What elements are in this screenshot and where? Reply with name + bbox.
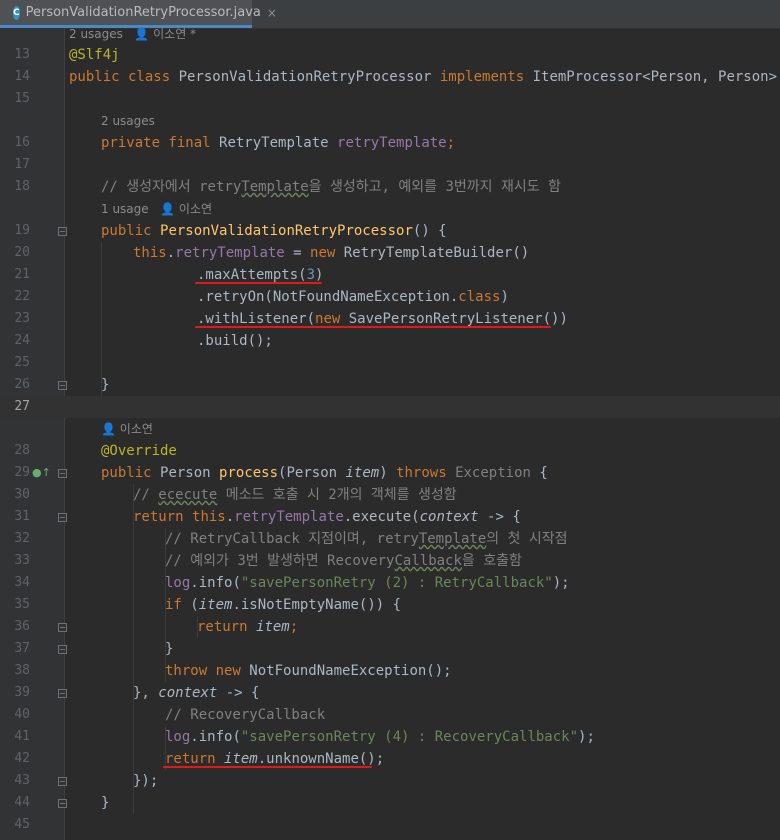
- code-line-36: return item;: [197, 619, 299, 635]
- line-number: 14: [14, 69, 30, 84]
- line-number: 32: [14, 531, 30, 546]
- line-number: 38: [14, 663, 30, 678]
- line-number: 23: [14, 311, 30, 326]
- line-number: 30: [14, 487, 30, 502]
- line-number: 42: [14, 751, 30, 766]
- code-line-31: return this.retryTemplate.execute(contex…: [133, 509, 521, 525]
- line-number: 35: [14, 597, 30, 612]
- code-line-37: }: [165, 641, 174, 657]
- fold-toggle-icon[interactable]: [58, 227, 67, 236]
- line-number: 31: [14, 509, 30, 524]
- fold-toggle-icon[interactable]: [58, 799, 67, 808]
- line-number: 26: [14, 377, 30, 392]
- code-line-19: public PersonValidationRetryProcessor() …: [101, 223, 447, 239]
- line-number: 20: [14, 245, 30, 260]
- highlight-underline: [195, 326, 551, 328]
- code-line-34: log.info("savePersonRetry (2) : RetryCal…: [165, 575, 570, 591]
- code-line-26: }: [101, 377, 110, 393]
- line-number: 44: [14, 795, 30, 810]
- code-line-35: if (item.isNotEmptyName()) {: [165, 597, 402, 613]
- fold-toggle-icon[interactable]: [58, 645, 67, 654]
- usage-hint[interactable]: 2 usages: [101, 110, 155, 132]
- code-line-20: this.retryTemplate = new RetryTemplateBu…: [133, 245, 530, 261]
- fold-toggle-icon[interactable]: [58, 381, 67, 390]
- code-line-28: @Override: [101, 443, 177, 459]
- code-line-41: log.info("savePersonRetry (4) : Recovery…: [165, 729, 595, 745]
- code-line-13: @Slf4j: [69, 47, 120, 63]
- highlight-underline: [195, 282, 322, 284]
- line-number: 22: [14, 289, 30, 304]
- line-number: 24: [14, 333, 30, 348]
- line-number: 21: [14, 267, 30, 282]
- highlight-underline: [163, 766, 372, 768]
- line-number: 17: [14, 157, 30, 172]
- line-number: 28: [14, 443, 30, 458]
- code-line-29: public Person process(Person item) throw…: [101, 465, 548, 481]
- line-number: 45: [14, 817, 30, 832]
- fold-toggle-icon[interactable]: [58, 777, 67, 786]
- code-line-33: // 예외가 3번 발생하면 RecoveryCallback을 호출함: [165, 553, 522, 569]
- line-number: 15: [14, 91, 30, 106]
- line-number: 41: [14, 729, 30, 744]
- code-line-30: // ececute 메소드 호출 시 2개의 객체를 생성함: [133, 487, 457, 503]
- code-line-18: // 생성자에서 retryTemplate을 생성하고, 예외를 3번까지 재…: [101, 179, 561, 195]
- code-line-32: // RetryCallback 지점이며, retryTemplate의 첫 …: [165, 531, 568, 547]
- author-hint[interactable]: 👤 이소연: [101, 418, 153, 440]
- line-number: 33: [14, 553, 30, 568]
- line-number: 18: [14, 179, 30, 194]
- code-line-40: // RecoveryCallback: [165, 707, 326, 723]
- line-number: 29: [14, 465, 30, 480]
- line-number: 34: [14, 575, 30, 590]
- line-number: 25: [14, 355, 30, 370]
- fold-toggle-icon[interactable]: [58, 623, 67, 632]
- code-line-38: throw new NotFoundNameException();: [165, 663, 452, 679]
- fold-toggle-icon[interactable]: [58, 513, 67, 522]
- line-number-current: 27: [14, 399, 30, 414]
- fold-toggle-icon[interactable]: [58, 689, 67, 698]
- override-marker-icon[interactable]: ●↑: [32, 466, 51, 479]
- close-tab-icon[interactable]: ×: [267, 6, 277, 20]
- code-line-16: private final RetryTemplate retryTemplat…: [101, 135, 456, 151]
- line-number: 43: [14, 773, 30, 788]
- code-line-24: .build();: [197, 333, 273, 349]
- fold-toggle-icon[interactable]: [58, 469, 67, 478]
- java-class-icon: C: [13, 5, 20, 20]
- line-number: 19: [14, 223, 30, 238]
- line-number: 40: [14, 707, 30, 722]
- current-line-highlight: [0, 396, 780, 418]
- line-number: 13: [14, 47, 30, 62]
- code-line-43: });: [133, 773, 159, 789]
- code-line-22: .retryOn(NotFoundNameException.class): [197, 289, 509, 305]
- line-number: 37: [14, 641, 30, 656]
- code-editor[interactable]: 13 14 15 16 17 18 19 20 21 22 23 24 25 2…: [0, 27, 780, 840]
- code-line-44: }: [101, 795, 110, 811]
- code-line-14: public class PersonValidationRetryProces…: [69, 69, 780, 85]
- code-line-39: }, context -> {: [133, 685, 260, 701]
- line-number: 36: [14, 619, 30, 634]
- usage-hint[interactable]: 1 usage 👤 이소연: [101, 198, 212, 220]
- line-number: 16: [14, 135, 30, 150]
- tab-filename: PersonValidationRetryProcessor.java: [25, 5, 261, 20]
- usage-hint[interactable]: 2 usages 👤 이소연 *: [69, 23, 196, 45]
- line-number: 39: [14, 685, 30, 700]
